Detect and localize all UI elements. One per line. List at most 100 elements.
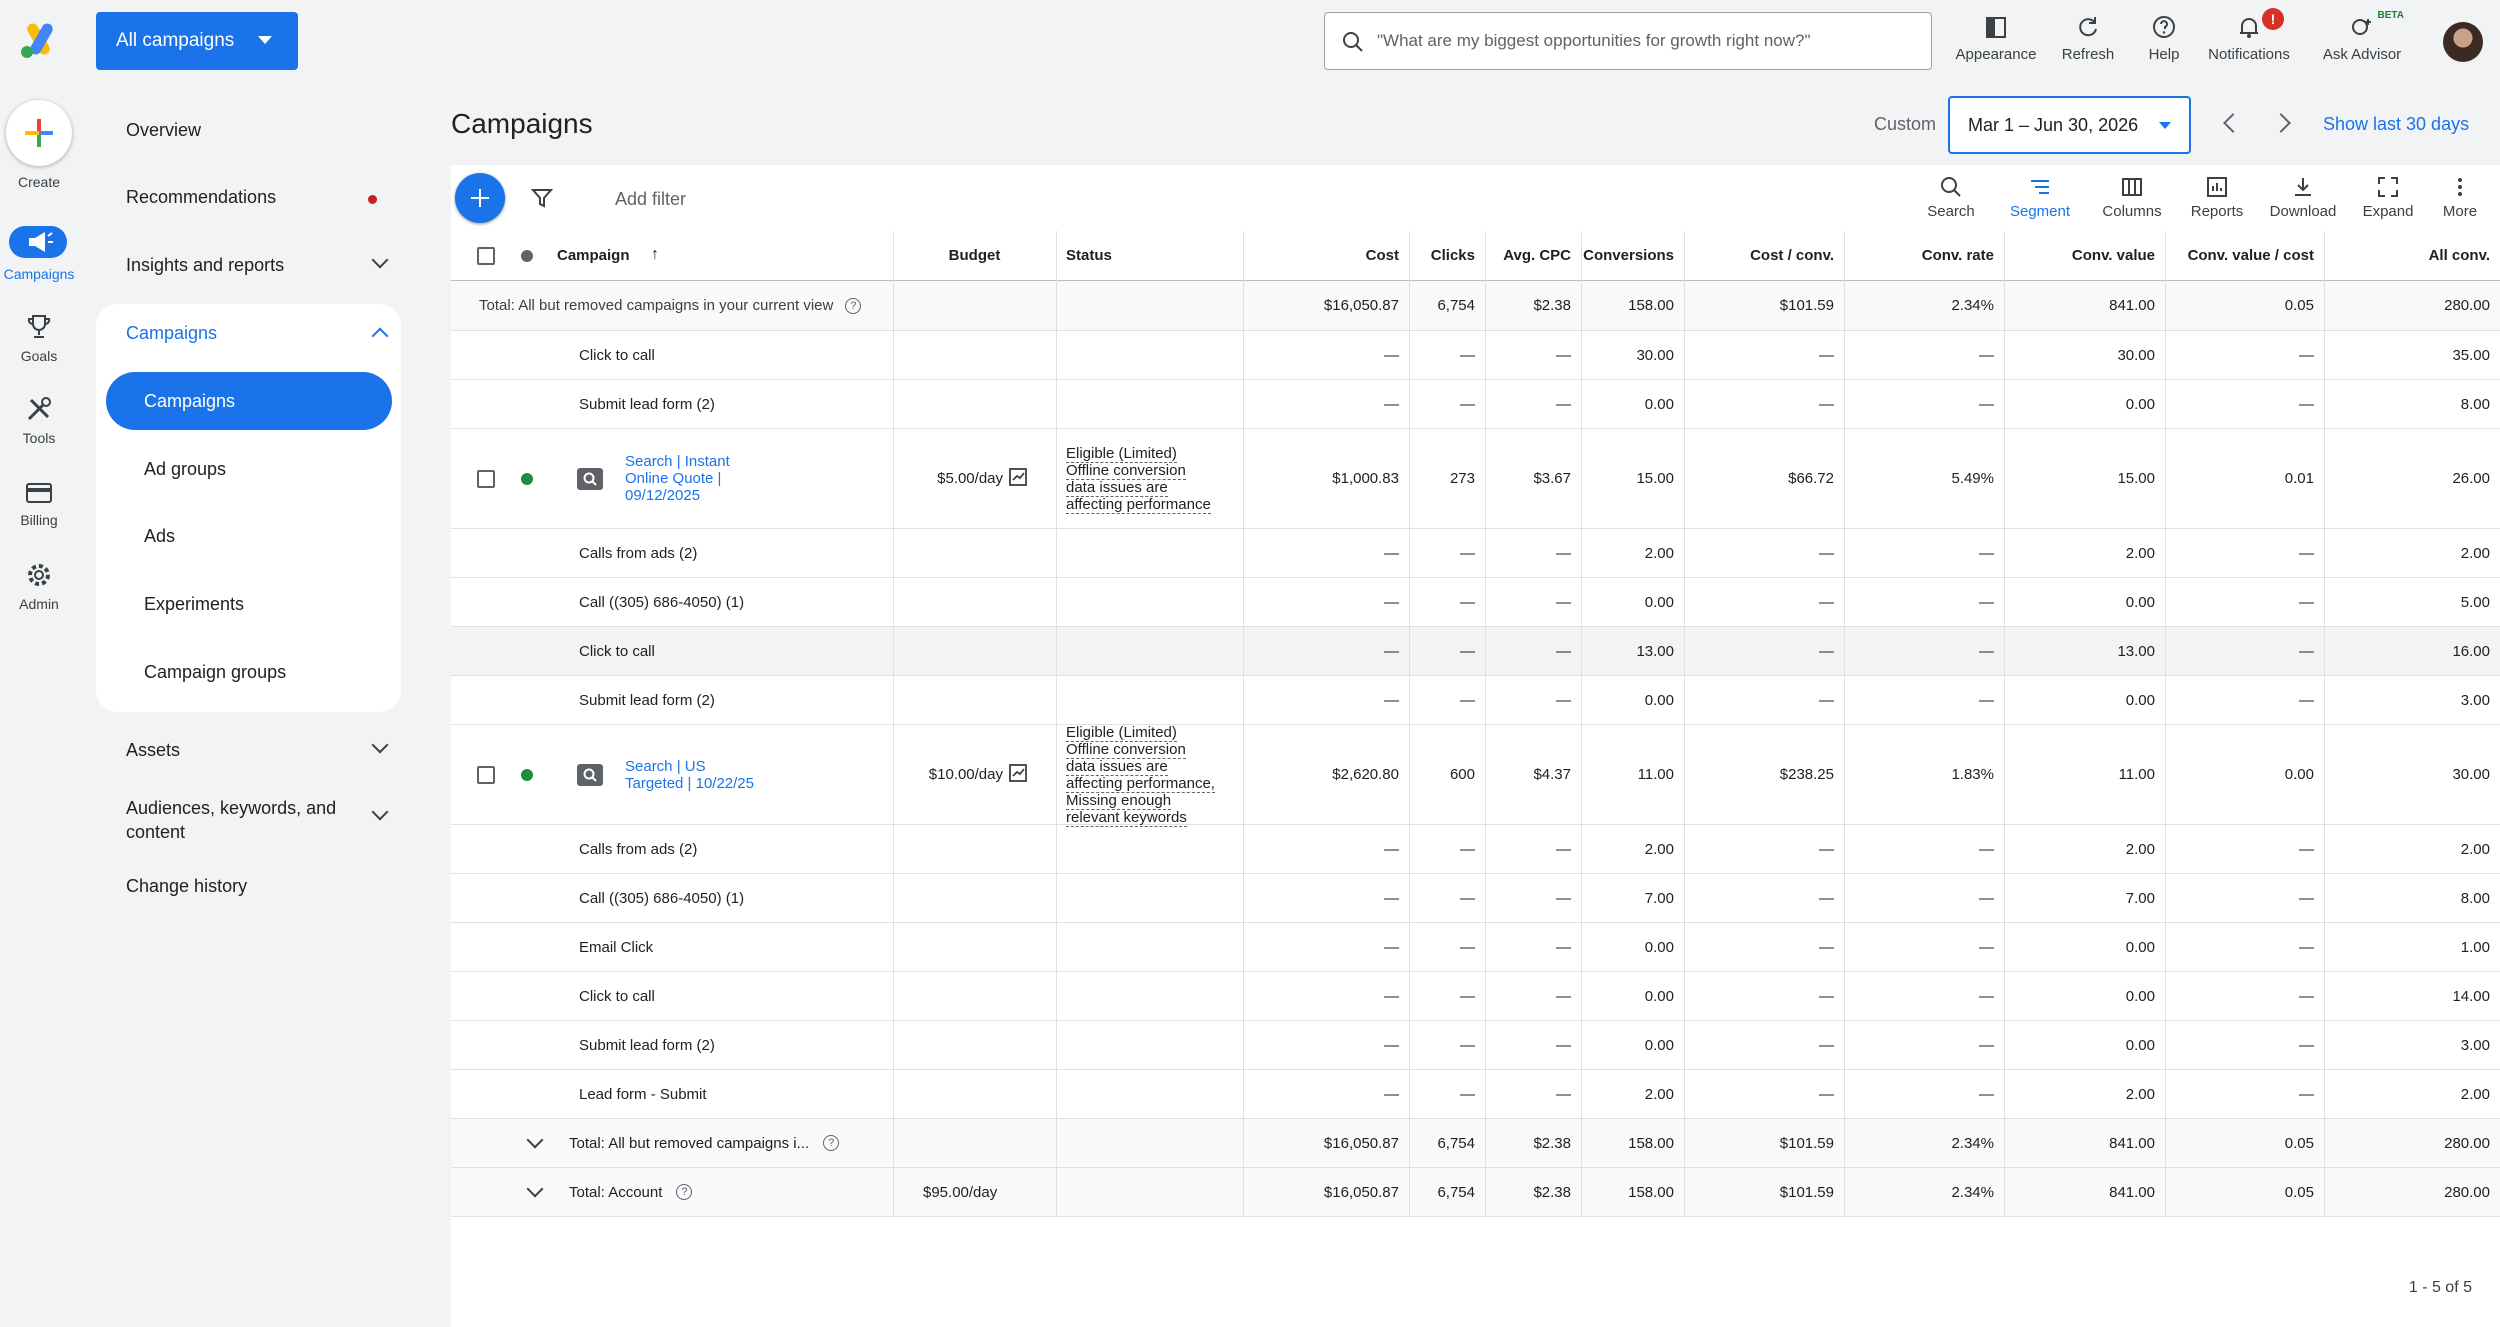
budget-chart-icon[interactable] — [1009, 467, 1027, 490]
nav-sub-experiments[interactable]: Experiments — [144, 594, 244, 615]
chevron-down-icon[interactable] — [371, 251, 389, 269]
metric-cell: $2.38 — [1533, 1134, 1571, 1152]
nav-sub-ads[interactable]: Ads — [144, 526, 175, 547]
row-checkbox[interactable] — [477, 766, 495, 784]
metric-cell: — — [1556, 395, 1571, 413]
column-header[interactable]: Cost — [1243, 231, 1409, 280]
toolbar-more-button[interactable]: More — [2435, 175, 2485, 220]
nav-recommendations[interactable]: Recommendations — [126, 187, 276, 208]
search-campaign-icon — [577, 764, 603, 786]
column-divider — [1243, 231, 1244, 1217]
nav-campaigns-group-label[interactable]: Campaigns — [126, 323, 217, 344]
column-header[interactable]: Avg. CPC — [1485, 231, 1581, 280]
nav-sub-campaign-groups[interactable]: Campaign groups — [144, 662, 286, 683]
campaign-name-link[interactable]: Search | US Targeted | 10/22/25 — [615, 725, 775, 824]
help-button[interactable]: Help — [2136, 14, 2192, 63]
notifications-button[interactable]: ! Notifications — [2200, 8, 2298, 63]
budget-cell[interactable]: $5.00/day — [893, 429, 1037, 528]
budget-chart-icon[interactable] — [1009, 763, 1027, 786]
enabled-status-icon[interactable] — [521, 769, 533, 781]
filter-icon[interactable] — [531, 187, 553, 209]
add-filter-input[interactable]: Add filter — [615, 189, 686, 210]
appearance-button[interactable]: Appearance — [1950, 14, 2042, 63]
next-period-icon[interactable] — [2271, 113, 2291, 133]
column-header[interactable]: Budget — [893, 231, 1056, 280]
avatar[interactable] — [2443, 22, 2483, 62]
column-header[interactable]: Conversions — [1581, 231, 1684, 280]
nav-audiences[interactable]: Audiences, keywords, and content — [126, 796, 336, 844]
column-header[interactable]: Campaign — [547, 231, 893, 280]
status-cell[interactable]: Eligible (Limited) Offline conversion dat… — [1056, 723, 1226, 827]
column-header[interactable]: Cost / conv. — [1684, 231, 1844, 280]
help-icon[interactable]: ? — [676, 1184, 693, 1200]
column-header[interactable]: All conv. — [2324, 231, 2500, 280]
help-icon[interactable]: ? — [823, 1135, 840, 1151]
refresh-button[interactable]: Refresh — [2050, 14, 2126, 63]
chevron-down-icon[interactable] — [371, 736, 389, 754]
budget-cell[interactable]: $10.00/day — [893, 725, 1037, 824]
column-header[interactable]: Clicks — [1409, 231, 1485, 280]
google-ads-logo[interactable] — [18, 20, 58, 60]
metric-cell: 3.00 — [2460, 1036, 2490, 1054]
toolbar-reports-label: Reports — [2190, 203, 2244, 220]
toolbar-download-label: Download — [2269, 203, 2337, 220]
toolbar-columns-button[interactable]: Columns — [2095, 175, 2169, 220]
search-input[interactable]: "What are my biggest opportunities for g… — [1324, 12, 1932, 70]
metric-cell: 0.00 — [2125, 1036, 2155, 1054]
metric-cell: $101.59 — [1779, 1183, 1834, 1201]
date-range-picker[interactable]: Mar 1 – Jun 30, 2026 — [1948, 96, 2191, 154]
trophy-icon[interactable] — [24, 312, 54, 342]
expand-chevron-icon[interactable] — [526, 1131, 544, 1148]
gear-icon[interactable] — [24, 560, 54, 590]
help-label: Help — [2148, 46, 2180, 63]
nav-change-history[interactable]: Change history — [126, 876, 247, 897]
ask-advisor-button[interactable]: BETA Ask Advisor — [2316, 10, 2408, 63]
column-header[interactable]: Conv. value — [2004, 231, 2165, 280]
metric-cell: — — [1556, 938, 1571, 956]
campaign-row[interactable]: Search | US Targeted | 10/22/25 $10.00/da… — [451, 723, 2500, 827]
expand-chevron-icon[interactable] — [526, 1180, 544, 1197]
nav-sub-ad-groups[interactable]: Ad groups — [144, 459, 226, 480]
toolbar-segment-button[interactable]: Segment — [2003, 175, 2077, 220]
column-header[interactable]: Conv. value / cost — [2165, 231, 2324, 280]
toolbar-search-button[interactable]: Search — [1921, 175, 1981, 220]
caret-down-icon — [2159, 122, 2171, 129]
total-label-text: Total: All but removed campaigns i... — [569, 1134, 810, 1152]
card-icon[interactable] — [24, 478, 54, 508]
create-button[interactable] — [6, 100, 72, 166]
select-all-checkbox[interactable] — [477, 247, 495, 265]
help-icon[interactable]: ? — [845, 297, 862, 314]
column-header[interactable]: Status — [1056, 231, 1243, 280]
metric-cell: 13.00 — [2117, 642, 2155, 660]
metric-cell: — — [2299, 544, 2314, 562]
tools-icon[interactable] — [24, 394, 54, 424]
nav-insights-and-reports[interactable]: Insights and reports — [126, 255, 284, 276]
sort-ascending-icon[interactable]: ↑ — [651, 246, 659, 264]
metric-cell: $2,620.80 — [1332, 766, 1399, 783]
metric-cell: 0.05 — [2284, 297, 2314, 314]
appearance-label: Appearance — [1955, 46, 2037, 63]
row-checkbox[interactable] — [477, 470, 495, 488]
nav-sub-campaigns[interactable]: Campaigns — [144, 391, 235, 412]
metric-cell: 7.00 — [1644, 889, 1674, 907]
show-last-30-days-link[interactable]: Show last 30 days — [2323, 114, 2469, 135]
add-campaign-button[interactable] — [455, 173, 505, 223]
status-cell[interactable]: Eligible (Limited) Offline conversion dat… — [1056, 429, 1226, 528]
campaign-name-link[interactable]: Search | Instant Online Quote | 09/12/20… — [615, 429, 775, 528]
nav-overview[interactable]: Overview — [126, 120, 201, 141]
rail-item-campaigns[interactable] — [9, 226, 67, 258]
search-placeholder: "What are my biggest opportunities for g… — [1377, 31, 1811, 50]
nav-assets[interactable]: Assets — [126, 740, 180, 761]
account-selector-button[interactable]: All campaigns — [96, 12, 298, 70]
metric-cell: — — [2299, 346, 2314, 364]
enabled-status-icon[interactable] — [521, 473, 533, 485]
segment-row: Submit lead form (2) — — — 0.00 — — 0.00 — 3.00 — [451, 676, 2500, 725]
toolbar-expand-button[interactable]: Expand — [2357, 175, 2419, 220]
chevron-down-icon[interactable] — [371, 803, 389, 821]
total-label: Total: All but removed campaigns i...? — [559, 1119, 849, 1167]
toolbar-reports-button[interactable]: Reports — [2181, 175, 2253, 220]
column-header[interactable]: Conv. rate — [1844, 231, 2004, 280]
prev-period-icon[interactable] — [2223, 113, 2243, 133]
campaign-row[interactable]: Search | Instant Online Quote | 09/12/20… — [451, 429, 2500, 529]
toolbar-download-button[interactable]: Download — [2263, 175, 2343, 220]
